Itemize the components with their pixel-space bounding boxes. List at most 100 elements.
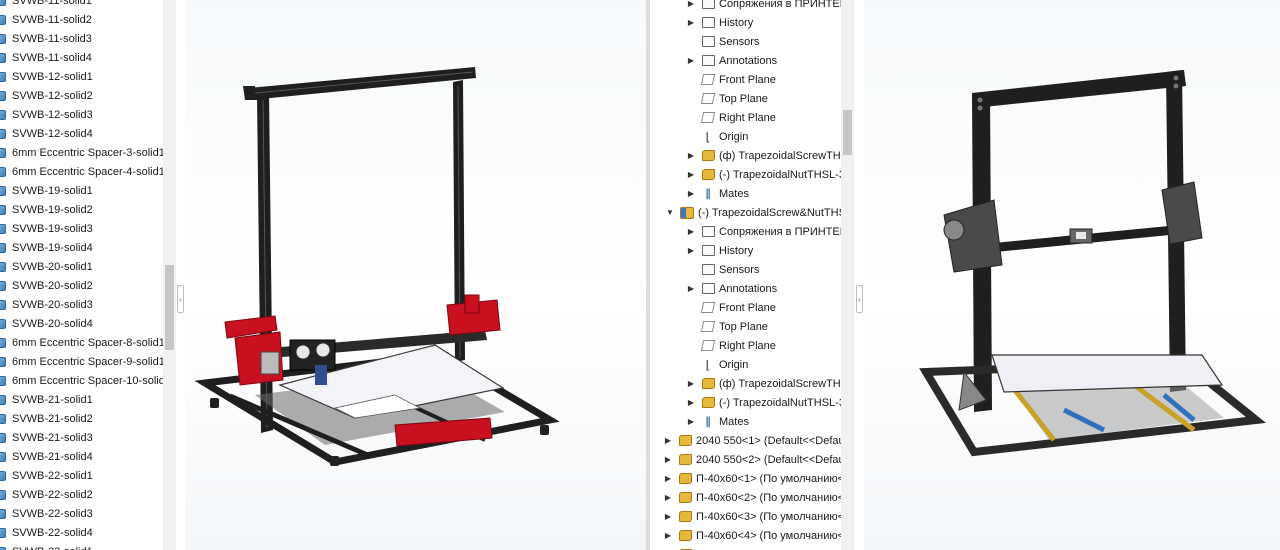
expand-caret-icon[interactable]: ▶ xyxy=(686,284,696,293)
tree-item[interactable]: ▼ (-) TrapezoidalScrew&NutTHSL xyxy=(665,203,841,222)
solid-body-item[interactable]: SVWB-12-solid4 xyxy=(0,124,93,143)
tree-item[interactable]: ▶ П-40x60<3> (По умолчанию< xyxy=(663,507,841,526)
tree-item-label: Front Plane xyxy=(719,301,776,314)
viewport-divider[interactable] xyxy=(646,0,650,550)
origin-icon: ⌊ xyxy=(705,129,711,144)
tree-item[interactable]: Top Plane xyxy=(686,89,768,108)
solid-body-item[interactable]: SVWB-11-solid2 xyxy=(0,10,92,29)
left-list-scroll-thumb[interactable] xyxy=(165,265,174,350)
solid-body-item[interactable]: SVWB-22-solid3 xyxy=(0,504,93,523)
expand-caret-icon[interactable]: ▶ xyxy=(686,227,696,236)
tree-item[interactable]: ▶ 2040 550<1> (Default<<Defaul xyxy=(663,431,841,450)
expand-caret-icon[interactable]: ▶ xyxy=(663,512,673,521)
tree-item[interactable]: ▶ (ф) TrapezoidalScrewTHSL xyxy=(686,374,841,393)
tree-item[interactable]: Right Plane xyxy=(686,108,776,127)
solid-body-icon xyxy=(0,204,6,215)
tree-item[interactable]: ▶ ∥ Mates xyxy=(686,184,749,203)
expand-caret-icon[interactable]: ▶ xyxy=(663,436,673,445)
tree-item[interactable]: ▶ ∥ Mates xyxy=(686,412,749,431)
solid-body-item[interactable]: SVWB-19-solid4 xyxy=(0,238,93,257)
graphics-area-right[interactable] xyxy=(864,0,1280,550)
solid-body-item[interactable]: SVWB-12-solid3 xyxy=(0,105,93,124)
tree-item-label: Mates xyxy=(719,187,749,200)
tree-item[interactable]: Sensors xyxy=(686,260,759,279)
tree-item[interactable]: ▶ 2040 550<2> (Default<<Defaul xyxy=(663,450,841,469)
solid-body-item[interactable]: SVWB-22-solid4 xyxy=(0,523,93,542)
tree-item[interactable]: ▶ П-40x60<1> (По умолчанию< xyxy=(663,469,841,488)
solid-body-icon xyxy=(0,109,6,120)
solid-body-item[interactable]: 6mm Eccentric Spacer-3-solid1 xyxy=(0,143,163,162)
solid-body-item[interactable]: SVWB-23-solid1 xyxy=(0,542,93,550)
solid-body-item[interactable]: SVWB-11-solid4 xyxy=(0,48,92,67)
tree-item[interactable]: Front Plane xyxy=(686,70,776,89)
tree-item[interactable]: ▶Е-80x80<1> (По умолчанию xyxy=(663,545,837,550)
tree-scroll-thumb[interactable] xyxy=(843,110,852,155)
tree-scrollbar[interactable] xyxy=(841,0,854,550)
solid-body-item[interactable]: SVWB-21-solid3 xyxy=(0,428,93,447)
solid-body-item[interactable]: SVWB-22-solid2 xyxy=(0,485,93,504)
expand-caret-icon[interactable]: ▶ xyxy=(663,474,673,483)
tree-item[interactable]: Top Plane xyxy=(686,317,768,336)
solid-body-item[interactable]: SVWB-19-solid2 xyxy=(0,200,93,219)
solid-body-item[interactable]: SVWB-11-solid3 xyxy=(0,29,92,48)
tree-item[interactable]: Right Plane xyxy=(686,336,776,355)
expand-caret-icon[interactable]: ▶ xyxy=(663,493,673,502)
expand-caret-icon[interactable]: ▶ xyxy=(686,417,696,426)
collapse-caret-icon[interactable]: ▼ xyxy=(665,208,675,217)
tree-panel-collapse-handle[interactable]: ‹ xyxy=(856,285,863,313)
left-list-scrollbar[interactable] xyxy=(163,0,176,550)
tree-item[interactable]: ▶ History xyxy=(686,241,753,260)
solid-body-item[interactable]: SVWB-21-solid1 xyxy=(0,390,93,409)
solid-body-item[interactable]: SVWB-12-solid2 xyxy=(0,86,93,105)
solid-body-item[interactable]: SVWB-21-solid4 xyxy=(0,447,93,466)
solid-body-item[interactable]: SVWB-20-solid4 xyxy=(0,314,93,333)
tree-item[interactable]: ▶ (-) TrapezoidalNutTHSL-30 xyxy=(686,165,841,184)
expand-caret-icon[interactable]: ▶ xyxy=(686,0,696,8)
tree-item[interactable]: ▶ Сопряжения в ПРИНТЕР xyxy=(686,222,841,241)
solid-body-item[interactable]: SVWB-20-solid1 xyxy=(0,257,93,276)
expand-caret-icon[interactable]: ▶ xyxy=(686,189,696,198)
solid-body-item[interactable]: SVWB-20-solid3 xyxy=(0,295,93,314)
solid-body-item[interactable]: 6mm Eccentric Spacer-4-solid1 xyxy=(0,162,163,181)
tree-item[interactable]: ▶ Annotations xyxy=(686,51,777,70)
plane-icon xyxy=(700,92,716,105)
expand-caret-icon[interactable]: ▶ xyxy=(686,151,696,160)
tree-item-label: Right Plane xyxy=(719,111,776,124)
solid-body-item[interactable]: 6mm Eccentric Spacer-9-solid1 xyxy=(0,352,163,371)
tree-item[interactable]: ⌊ Origin xyxy=(686,355,749,374)
solid-body-item[interactable]: SVWB-19-solid3 xyxy=(0,219,93,238)
expand-caret-icon[interactable]: ▶ xyxy=(686,56,696,65)
solid-body-item[interactable]: SVWB-22-solid1 xyxy=(0,466,93,485)
tree-item[interactable]: ▶ П-40x60<4> (По умолчанию< xyxy=(663,526,841,545)
solid-body-item[interactable]: SVWB-21-solid2 xyxy=(0,409,93,428)
solid-body-item[interactable]: 6mm Eccentric Spacer-10-solid1 xyxy=(0,371,163,390)
expand-caret-icon[interactable]: ▶ xyxy=(663,531,673,540)
expand-caret-icon[interactable]: ▶ xyxy=(686,379,696,388)
solid-body-item[interactable]: SVWB-12-solid1 xyxy=(0,67,93,86)
tree-item-label: Top Plane xyxy=(719,320,768,333)
solid-body-item[interactable]: SVWB-19-solid1 xyxy=(0,181,93,200)
graphics-area-left[interactable] xyxy=(185,0,650,550)
tree-item[interactable]: ▶ History xyxy=(686,13,753,32)
expand-caret-icon[interactable]: ▶ xyxy=(686,398,696,407)
tree-item[interactable]: ▶ Сопряжения в ПРИНТЕР xyxy=(686,0,841,13)
solid-body-icon xyxy=(0,90,6,101)
tree-item[interactable]: Sensors xyxy=(686,32,759,51)
tree-item[interactable]: ▶ (-) TrapezoidalNutTHSL-30 xyxy=(686,393,841,412)
tree-item[interactable]: ▶ Annotations xyxy=(686,279,777,298)
solid-body-item[interactable]: 6mm Eccentric Spacer-8-solid1 xyxy=(0,333,163,352)
left-panel-collapse-handle[interactable]: ‹ xyxy=(177,285,184,313)
plane-icon xyxy=(700,339,716,352)
tree-item[interactable]: Front Plane xyxy=(686,298,776,317)
expand-caret-icon[interactable]: ▶ xyxy=(686,18,696,27)
sensors-icon xyxy=(701,263,715,276)
tree-item[interactable]: ⌊ Origin xyxy=(686,127,749,146)
expand-caret-icon[interactable]: ▶ xyxy=(663,455,673,464)
tree-item[interactable]: ▶ (ф) TrapezoidalScrewTHSL xyxy=(686,146,841,165)
tree-item[interactable]: ▶ П-40x60<2> (По умолчанию< xyxy=(663,488,841,507)
expand-caret-icon[interactable]: ▶ xyxy=(686,246,696,255)
tree-item-label: Сопряжения в ПРИНТЕР xyxy=(719,225,841,238)
solid-body-item[interactable]: SVWB-11-solid1 xyxy=(0,0,92,10)
expand-caret-icon[interactable]: ▶ xyxy=(686,170,696,179)
solid-body-item[interactable]: SVWB-20-solid2 xyxy=(0,276,93,295)
